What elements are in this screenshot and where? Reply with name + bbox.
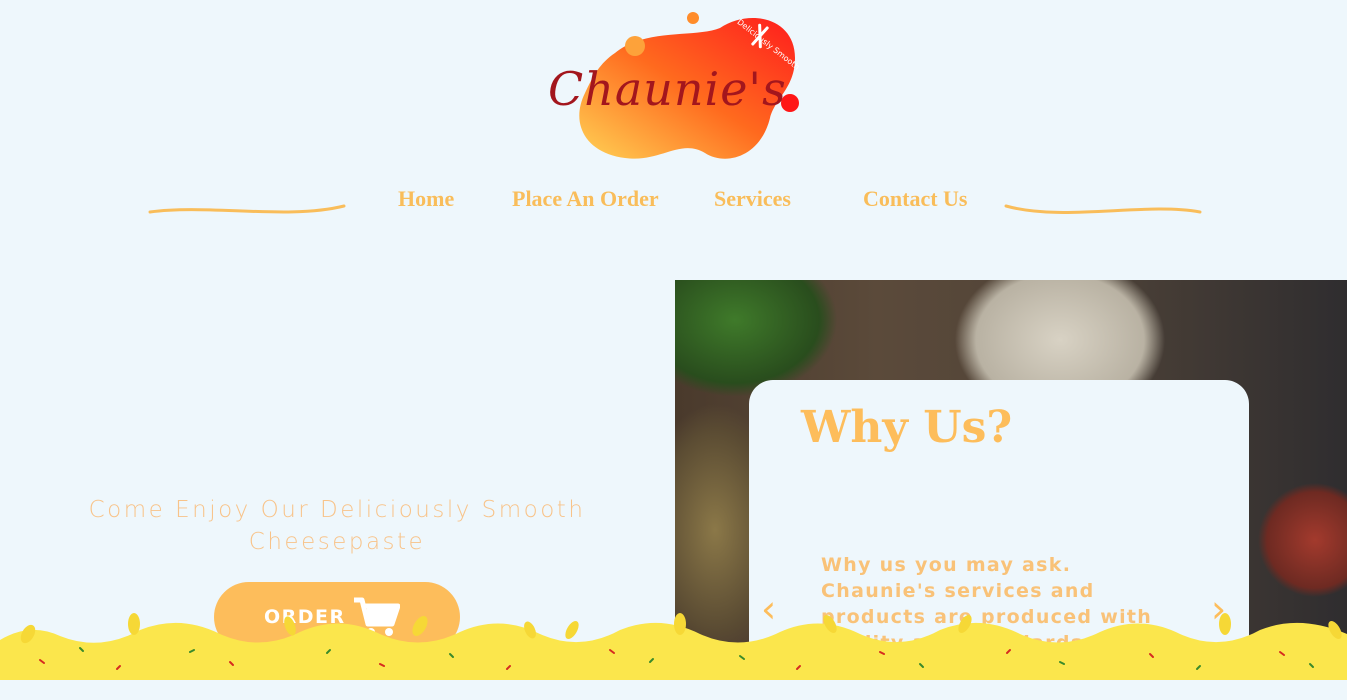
nav-contact[interactable]: Contact Us bbox=[863, 186, 968, 212]
nav-home[interactable]: Home bbox=[398, 186, 454, 212]
logo-wordmark: Chaunie's bbox=[548, 62, 787, 116]
left-swoosh-decoration bbox=[148, 204, 346, 214]
right-swoosh-decoration bbox=[1004, 204, 1202, 214]
cheese-wave-decoration bbox=[0, 613, 1347, 680]
hero-tagline: Come Enjoy Our Deliciously Smooth Cheese… bbox=[88, 497, 586, 555]
nav-services[interactable]: Services bbox=[714, 186, 791, 212]
nav-place-order[interactable]: Place An Order bbox=[512, 186, 659, 212]
why-us-title: Why Us? bbox=[801, 402, 1013, 453]
